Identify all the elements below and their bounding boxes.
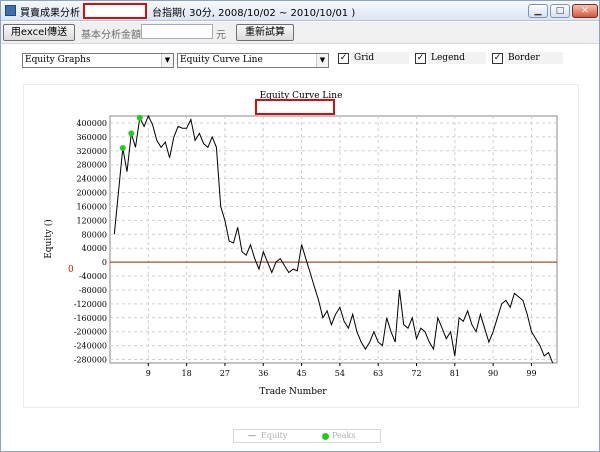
zero-label: 0	[68, 265, 74, 275]
x-tick-label: 99	[526, 369, 536, 378]
legend-peaks-label: Peaks	[332, 431, 356, 440]
equity-chart: Equity Curve Line 4000003600003200002800…	[43, 91, 558, 397]
y-axis-label: Equity ()	[43, 219, 54, 259]
x-tick-label: 72	[411, 369, 421, 378]
y-tick-label: -120000	[74, 300, 107, 309]
legend-peak-dot	[322, 433, 329, 440]
y-tick-label: 40000	[82, 244, 107, 253]
x-tick-label: 36	[258, 369, 268, 378]
y-tick-label: -160000	[74, 314, 107, 323]
x-tick-label: 54	[335, 369, 345, 378]
plot-area	[109, 115, 558, 364]
peak-point	[136, 114, 143, 121]
x-tick-label: 27	[220, 369, 230, 378]
y-tick-label: 360000	[76, 133, 107, 142]
legend-line-symbol: —	[248, 431, 256, 440]
x-tick-label: 63	[373, 369, 383, 378]
y-tick-label: 400000	[76, 119, 107, 128]
x-axis-label: Trade Number	[259, 387, 327, 397]
y-tick-label: 160000	[76, 202, 107, 211]
chart-highlight-box	[255, 99, 335, 115]
x-axis-ticks: 9 18 27 36 45 54 63 72 81 90 99	[146, 363, 537, 378]
main-window: 買賣成果分析 - 台指期( 30分, 2008/10/02 ~ 2010/10/…	[0, 0, 600, 452]
y-tick-label: -40000	[79, 272, 107, 281]
y-tick-label: 120000	[76, 216, 107, 225]
y-tick-label: 240000	[76, 175, 107, 184]
peak-point	[128, 130, 135, 137]
y-tick-label: 280000	[76, 161, 107, 170]
y-axis-ticks: 4000003600003200002800002400002000001600…	[74, 119, 107, 365]
chart-legend: — Equity Peaks	[233, 429, 381, 443]
legend-equity-label: Equity	[261, 431, 288, 440]
x-tick-label: 18	[182, 369, 192, 378]
y-tick-label: 320000	[76, 147, 107, 156]
x-tick-label: 45	[296, 369, 306, 378]
x-tick-label: 9	[146, 369, 151, 378]
y-tick-label: -240000	[74, 342, 107, 351]
y-tick-label: 200000	[76, 189, 107, 198]
x-tick-label: 90	[488, 369, 498, 378]
peak-point	[119, 145, 126, 152]
y-tick-label: -280000	[74, 356, 107, 365]
y-tick-label: -80000	[79, 286, 107, 295]
y-tick-label: -200000	[74, 328, 107, 337]
y-tick-label: 0	[102, 258, 107, 267]
y-tick-label: 80000	[82, 230, 107, 239]
x-tick-label: 81	[450, 369, 460, 378]
